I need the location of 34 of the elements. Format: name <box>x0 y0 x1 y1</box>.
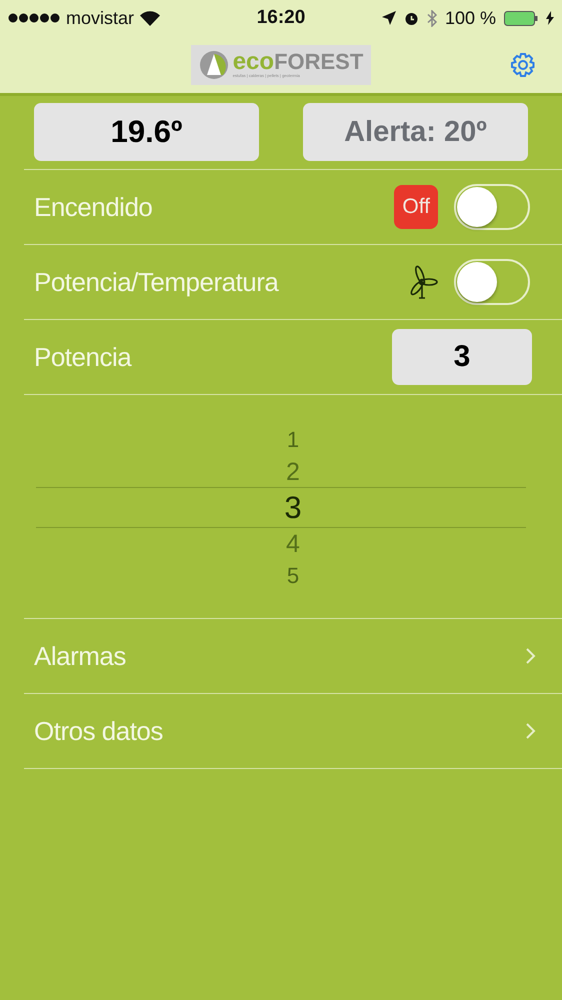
tree-logo-icon <box>198 50 229 80</box>
picker-option[interactable]: 1 <box>286 425 300 455</box>
alarm-clock-icon <box>404 10 419 26</box>
signal-icon <box>8 13 60 23</box>
logo-text: ecoFOREST <box>232 51 364 73</box>
picker-option[interactable]: 4 <box>286 527 300 561</box>
fan-icon <box>408 265 438 299</box>
chevron-icon <box>524 646 538 666</box>
temperature-button[interactable]: 19.6º <box>34 103 259 161</box>
row-label: Potencia <box>34 342 132 372</box>
chevron-icon <box>524 721 538 741</box>
carrier-name: movistar <box>66 8 134 28</box>
alert-button[interactable]: Alerta: 20º <box>303 103 528 161</box>
menu-row[interactable]: Alarmas <box>24 618 562 693</box>
location-icon <box>382 11 396 25</box>
picker-option[interactable]: 2 <box>286 455 300 489</box>
toggle-switch[interactable] <box>454 259 530 305</box>
picker-option[interactable]: 3 <box>284 489 302 527</box>
status-badge: Off <box>394 185 438 229</box>
row-label: Potencia/Temperatura <box>34 266 278 298</box>
wifi-icon <box>140 10 160 26</box>
battery-percentage: 100 % <box>444 8 496 28</box>
clock-time: 16:20 <box>256 7 306 29</box>
charging-bolt-icon <box>546 11 554 25</box>
value-field[interactable]: 3 <box>392 329 532 385</box>
picker-option[interactable]: 5 <box>286 561 300 591</box>
toggle-switch[interactable] <box>454 184 530 230</box>
battery-icon <box>504 10 538 26</box>
row-label: Otros datos <box>34 716 163 746</box>
settings-icon[interactable] <box>510 52 536 78</box>
bluetooth-icon <box>426 10 437 26</box>
row-label: Alarmas <box>34 640 126 672</box>
menu-row[interactable]: Otros datos <box>24 693 562 768</box>
row-label: Encendido <box>34 192 152 222</box>
